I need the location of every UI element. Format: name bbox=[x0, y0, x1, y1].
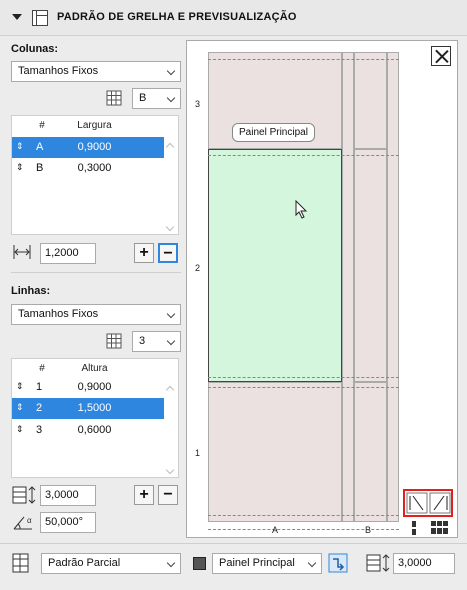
single-panel-view-icon[interactable] bbox=[406, 519, 428, 537]
chevron-down-icon bbox=[166, 309, 176, 319]
svg-text:α: α bbox=[27, 516, 32, 525]
scrollbar[interactable] bbox=[164, 379, 178, 477]
dashed-guide bbox=[208, 377, 399, 378]
grid-table-icon[interactable] bbox=[106, 333, 122, 349]
drag-handle-icon[interactable]: ⇕ bbox=[16, 424, 24, 435]
right-diagonal-view-icon[interactable] bbox=[429, 492, 451, 514]
row-label-3: 3 bbox=[195, 99, 201, 109]
width-arrow-icon bbox=[13, 245, 31, 259]
table-row[interactable]: ⇕ 2 1,5000 bbox=[12, 398, 164, 419]
chevron-down-icon bbox=[307, 558, 317, 568]
remove-column-button[interactable]: − bbox=[158, 243, 178, 263]
columns-type-select[interactable]: Tamanhos Fixos bbox=[11, 61, 181, 82]
columns-total-field[interactable]: 1,2000 bbox=[40, 243, 96, 264]
pattern-icon bbox=[12, 553, 29, 573]
drag-handle-icon[interactable]: ⇕ bbox=[16, 402, 24, 413]
rows-label: Linhas: bbox=[11, 285, 51, 297]
add-row-button[interactable]: + bbox=[134, 485, 154, 505]
dashed-guide bbox=[208, 59, 399, 60]
left-diagonal-view-icon[interactable] bbox=[406, 492, 428, 514]
grid-mullion bbox=[387, 52, 399, 522]
columns-table: # Largura ⇕ A 0,9000 ⇕ B 0,3000 bbox=[11, 115, 179, 235]
table-row[interactable]: ⇕ A 0,9000 bbox=[12, 137, 164, 158]
chevron-down-icon bbox=[166, 93, 176, 103]
rows-type-value: Tamanhos Fixos bbox=[18, 308, 99, 320]
chevron-down-icon bbox=[166, 66, 176, 76]
columns-type-value: Tamanhos Fixos bbox=[18, 65, 99, 77]
table-row[interactable]: ⇕ 3 0,6000 bbox=[12, 420, 164, 441]
divider bbox=[11, 272, 181, 273]
grid-cell[interactable] bbox=[354, 382, 387, 522]
table-row[interactable]: ⇕ 1 0,9000 bbox=[12, 377, 164, 398]
grid-pattern-icon bbox=[32, 10, 48, 26]
grid-preview[interactable]: 3 2 1 A B Painel Principal bbox=[186, 40, 458, 538]
divider bbox=[0, 543, 467, 544]
row-select-value: 3 bbox=[139, 335, 146, 347]
add-column-button[interactable]: + bbox=[134, 243, 154, 263]
apply-to-panel-icon[interactable] bbox=[328, 553, 348, 573]
panel-color-swatch bbox=[193, 557, 206, 570]
chevron-down-icon bbox=[166, 558, 176, 568]
grid-cell[interactable] bbox=[208, 382, 342, 522]
column-select[interactable]: B bbox=[132, 88, 181, 109]
drag-handle-icon[interactable]: ⇕ bbox=[16, 141, 24, 152]
chevron-down-icon bbox=[166, 336, 176, 346]
scroll-up-icon[interactable] bbox=[165, 142, 175, 152]
collapse-triangle-icon[interactable] bbox=[12, 14, 22, 20]
row-value[interactable]: 0,6000 bbox=[42, 424, 147, 436]
grid-table-icon[interactable] bbox=[106, 90, 122, 106]
multi-panel-view-icon[interactable] bbox=[429, 519, 453, 537]
columns-label: Colunas: bbox=[11, 43, 59, 55]
grid-cell[interactable] bbox=[354, 52, 387, 149]
rows-type-select[interactable]: Tamanhos Fixos bbox=[11, 304, 181, 325]
col-header-width: Largura bbox=[77, 120, 112, 131]
remove-row-button[interactable]: − bbox=[158, 485, 178, 505]
drag-handle-icon[interactable]: ⇕ bbox=[16, 162, 24, 173]
mouse-cursor-icon bbox=[295, 200, 308, 219]
angle-field[interactable]: 50,000° bbox=[40, 512, 96, 533]
rows-table: # Altura ⇕ 1 0,9000 ⇕ 2 1,5000 ⇕ 3 0,600… bbox=[11, 358, 179, 478]
row-value[interactable]: 0,9000 bbox=[42, 141, 147, 153]
grid-mullion bbox=[342, 52, 354, 522]
panel-select[interactable]: Painel Principal bbox=[212, 553, 322, 574]
main-panel-cell[interactable] bbox=[208, 149, 342, 382]
height-arrow-icon bbox=[12, 486, 36, 504]
grid-cell[interactable] bbox=[354, 149, 387, 382]
table-row[interactable]: ⇕ B 0,3000 bbox=[12, 158, 164, 179]
pattern-select[interactable]: Padrão Parcial bbox=[41, 553, 181, 574]
scroll-up-icon[interactable] bbox=[165, 385, 175, 395]
angle-icon: α bbox=[13, 516, 32, 530]
scroll-down-icon[interactable] bbox=[165, 222, 175, 232]
drag-handle-icon[interactable]: ⇕ bbox=[16, 381, 24, 392]
panel-title: PADRÃO DE GRELHA E PREVISUALIZAÇÃO bbox=[57, 11, 297, 23]
dashed-guide bbox=[208, 515, 399, 516]
scroll-down-icon[interactable] bbox=[165, 465, 175, 475]
height-field[interactable]: 3,0000 bbox=[393, 553, 455, 574]
panel-header[interactable]: PADRÃO DE GRELHA E PREVISUALIZAÇÃO bbox=[0, 0, 467, 36]
col-label-b: B bbox=[365, 525, 372, 535]
row-label-1: 1 bbox=[195, 448, 201, 458]
column-select-value: B bbox=[139, 92, 147, 104]
row-header-height: Altura bbox=[81, 363, 108, 374]
row-select[interactable]: 3 bbox=[132, 331, 181, 352]
height-arrow-icon bbox=[366, 554, 390, 572]
row-label-2: 2 bbox=[195, 263, 201, 273]
scrollbar[interactable] bbox=[164, 136, 178, 234]
pattern-select-value: Padrão Parcial bbox=[48, 557, 121, 569]
dashed-guide bbox=[208, 387, 399, 388]
dashed-guide bbox=[208, 155, 399, 156]
row-value[interactable]: 1,5000 bbox=[42, 402, 147, 414]
rows-total-field[interactable]: 3,0000 bbox=[40, 485, 96, 506]
col-label-a: A bbox=[272, 525, 279, 535]
panel-tooltip: Painel Principal bbox=[232, 123, 315, 142]
panel-select-value: Painel Principal bbox=[219, 557, 295, 569]
row-value[interactable]: 0,9000 bbox=[42, 381, 147, 393]
close-icon[interactable] bbox=[431, 46, 451, 66]
row-value[interactable]: 0,3000 bbox=[42, 162, 147, 174]
